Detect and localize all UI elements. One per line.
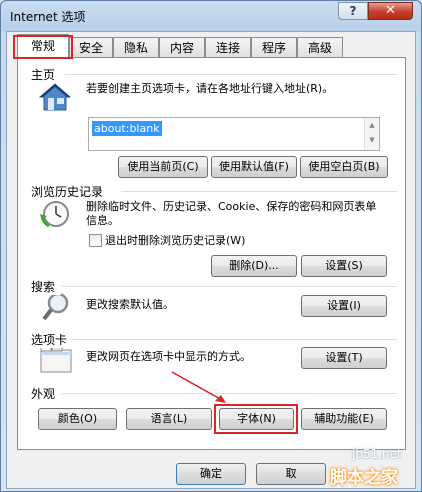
tab-programs[interactable]: 程序 bbox=[251, 37, 297, 58]
search-description: 更改搜索默认值。 bbox=[86, 298, 174, 311]
search-settings-button[interactable]: 设置(I) bbox=[301, 295, 387, 317]
divider bbox=[59, 286, 397, 287]
home-description: 若要创建主页选项卡，请在各地址行键入地址(R)。 bbox=[86, 82, 334, 95]
search-section-title: 搜索 bbox=[31, 278, 62, 295]
url-scrollbar[interactable]: ▲ ▼ bbox=[364, 118, 379, 150]
tab-content[interactable]: 内容 bbox=[159, 37, 205, 58]
watermark-brand: 脚本之家 bbox=[330, 468, 398, 488]
tab-privacy[interactable]: 隐私 bbox=[113, 37, 159, 58]
colors-button[interactable]: 颜色(O) bbox=[38, 408, 117, 430]
cancel-button[interactable]: 取 bbox=[256, 463, 326, 485]
use-blank-button[interactable]: 使用空白页(B) bbox=[300, 156, 388, 178]
home-section-title: 主页 bbox=[31, 66, 62, 83]
title-bar[interactable]: Internet 选项 ? ✕ bbox=[1, 1, 421, 31]
tabs-window-icon bbox=[40, 344, 72, 373]
close-button[interactable]: ✕ bbox=[368, 2, 413, 20]
help-button[interactable]: ? bbox=[338, 2, 368, 20]
languages-button[interactable]: 语言(L) bbox=[126, 408, 212, 430]
fonts-highlight-annotation bbox=[214, 404, 298, 434]
delete-history-on-exit-checkbox[interactable] bbox=[89, 234, 102, 247]
history-description: 删除临时文件、历史记录、Cookie、保存的密码和网页表单信息。 bbox=[86, 200, 377, 227]
tab-highlight-annotation bbox=[13, 35, 73, 59]
scroll-down-icon[interactable]: ▼ bbox=[365, 133, 379, 148]
delete-on-exit-label: 退出时删除浏览历史记录(W) bbox=[105, 234, 246, 247]
home-page-url-input[interactable]: about:blank ▲ ▼ bbox=[88, 117, 380, 151]
accessibility-button[interactable]: 辅助功能(E) bbox=[301, 408, 387, 430]
use-current-button[interactable]: 使用当前页(C) bbox=[118, 156, 208, 178]
history-section-title: 浏览历史记录 bbox=[31, 183, 110, 200]
tabs-settings-button[interactable]: 设置(T) bbox=[301, 347, 387, 369]
url-value: about:blank bbox=[92, 121, 162, 136]
red-arrow-annotation bbox=[171, 371, 226, 403]
divider bbox=[121, 191, 397, 192]
window-title: Internet 选项 bbox=[10, 10, 86, 24]
history-settings-button[interactable]: 设置(S) bbox=[301, 255, 387, 277]
tab-advanced[interactable]: 高级 bbox=[297, 37, 343, 58]
magnifier-search-icon bbox=[42, 292, 69, 321]
house-icon bbox=[39, 83, 71, 111]
history-clock-icon bbox=[40, 201, 69, 228]
ok-button[interactable]: 确定 bbox=[176, 463, 246, 485]
scroll-up-icon[interactable]: ▲ bbox=[365, 118, 379, 133]
use-default-button[interactable]: 使用默认值(F) bbox=[211, 156, 297, 178]
tab-security[interactable]: 安全 bbox=[69, 37, 113, 58]
divider bbox=[73, 339, 397, 340]
appearance-section-title: 外观 bbox=[31, 385, 62, 402]
delete-history-button[interactable]: 删除(D)... bbox=[211, 255, 297, 277]
watermark-site: jb51.net bbox=[352, 447, 402, 461]
tabs-section-title: 选项卡 bbox=[31, 331, 74, 348]
tab-connections[interactable]: 连接 bbox=[205, 37, 251, 58]
tabs-description: 更改网页在选项卡中显示的方式。 bbox=[86, 350, 251, 363]
divider bbox=[65, 74, 397, 75]
